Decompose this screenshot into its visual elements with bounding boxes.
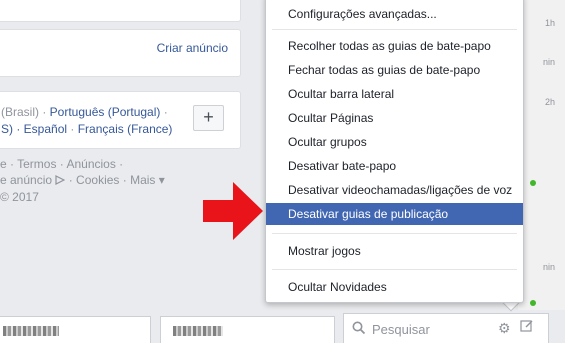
- menu-item-hide-groups[interactable]: Ocultar grupos: [266, 131, 523, 153]
- menu-item-close-tabs[interactable]: Fechar todas as guias de bate-papo: [266, 59, 523, 81]
- online-status-dot: [530, 180, 536, 186]
- language-partial-link[interactable]: S) ·: [1, 122, 24, 136]
- menu-item-disable-post-tabs[interactable]: Desativar guias de publicação: [266, 203, 523, 225]
- create-ad-link[interactable]: Criar anúncio: [157, 41, 228, 55]
- chat-time: 1h: [544, 18, 555, 28]
- menu-item-disable-chat[interactable]: Desativar bate-papo: [266, 155, 523, 177]
- chat-tab[interactable]: [160, 316, 335, 343]
- language-link-es[interactable]: Español: [24, 122, 67, 136]
- menu-separator: [272, 29, 517, 30]
- footer-links-line-2: e anúncio · Cookies · Mais ▾: [0, 173, 165, 187]
- red-arrow-icon: [203, 182, 263, 240]
- add-language-button[interactable]: +: [193, 105, 224, 131]
- chat-time: nin: [542, 262, 555, 272]
- language-separator: ·: [67, 122, 78, 136]
- search-icon: [352, 321, 366, 335]
- language-link-pt-pt[interactable]: Português (Portugal): [50, 105, 161, 119]
- menu-separator: [272, 269, 517, 270]
- language-card: (Brasil) · Português (Portugal) · S) · E…: [0, 91, 241, 149]
- menu-item-hide-news[interactable]: Ocultar Novidades: [266, 276, 523, 298]
- menu-item-hide-sidebar[interactable]: Ocultar barra lateral: [266, 83, 523, 105]
- ad-choices-icon: [55, 175, 66, 185]
- language-line-1: (Brasil) · Português (Portugal) ·: [1, 105, 168, 119]
- ad-choices-link[interactable]: e anúncio: [0, 173, 52, 187]
- chat-search-input[interactable]: Pesquisar: [372, 322, 430, 337]
- language-link-fr[interactable]: Français (France): [78, 122, 173, 136]
- chat-tab[interactable]: [0, 316, 151, 343]
- footer-more-links[interactable]: · Cookies · Mais ▾: [65, 173, 165, 187]
- language-separator: ·: [160, 105, 168, 119]
- menu-item-hide-pages[interactable]: Ocultar Páginas: [266, 107, 523, 129]
- compose-icon[interactable]: [520, 319, 534, 333]
- menu-item-collapse-tabs[interactable]: Recolher todas as guias de bate-papo: [266, 35, 523, 57]
- blurred-name: [3, 326, 59, 336]
- chat-search-bar[interactable]: Pesquisar ⚙: [343, 313, 549, 343]
- chat-time: nin: [542, 57, 555, 67]
- gear-icon[interactable]: ⚙: [498, 320, 511, 337]
- online-status-dot: [530, 300, 536, 306]
- footer-links-line-1[interactable]: e · Termos · Anúncios ·: [0, 157, 123, 171]
- copyright: © 2017: [0, 190, 39, 204]
- language-partial-text: (Brasil) ·: [1, 105, 50, 119]
- language-line-2: S) · Español · Français (France): [1, 122, 172, 136]
- blurred-name: [173, 326, 223, 336]
- menu-item-show-games[interactable]: Mostrar jogos: [266, 240, 523, 262]
- ads-card: Criar anúncio: [0, 29, 241, 77]
- chat-sidebar: 1h nin 2h nin: [518, 0, 565, 310]
- menu-item-advanced-settings[interactable]: Configurações avançadas...: [266, 3, 523, 25]
- top-card: [0, 0, 241, 22]
- menu-item-disable-video-calls[interactable]: Desativar videochamadas/ligações de voz: [266, 179, 523, 201]
- chat-options-menu: Configurações avançadas... Recolher toda…: [265, 0, 524, 303]
- chat-time: 2h: [544, 97, 555, 107]
- menu-separator: [272, 233, 517, 234]
